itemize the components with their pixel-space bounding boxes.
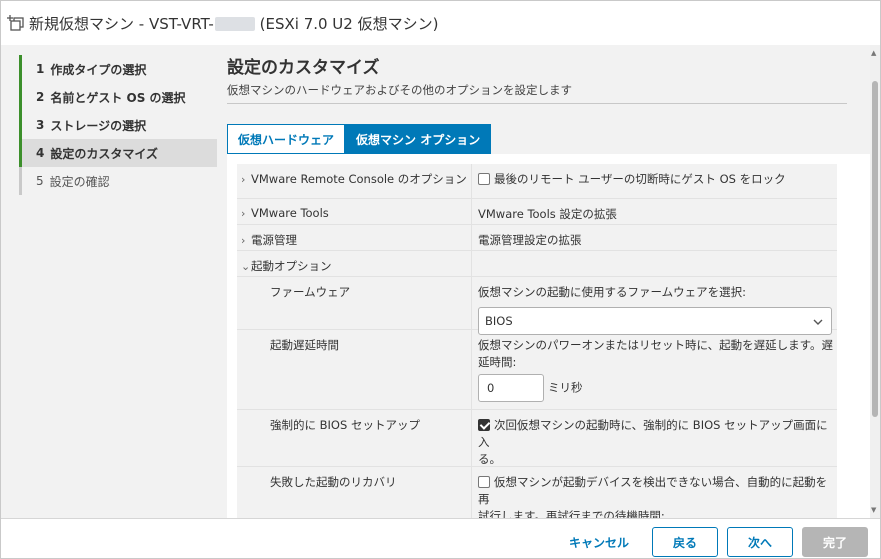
boot-delay-label: 起動遅延時間 bbox=[237, 330, 472, 409]
window-title: 新規仮想マシン - VST-VRT- (ESXi 7.0 U2 仮想マシン) bbox=[29, 13, 438, 34]
wizard-steps: 1 作成タイプの選択 2 名前とゲスト OS の選択 3 ストレージの選択 4 設定のカ… bbox=[19, 55, 217, 518]
row-boot-recovery: 失敗した起動のリカバリ 仮想マシンが起動デバイスを検出できない場合、自動的に起動… bbox=[237, 467, 837, 518]
recovery-label: 失敗した起動のリカバリ bbox=[237, 467, 472, 518]
force-bios-label: 強制的に BIOS セットアップ bbox=[237, 410, 472, 466]
power-label: 電源管理 bbox=[251, 233, 297, 247]
tab-bar: 仮想ハードウェア 仮想マシン オプション bbox=[227, 124, 492, 154]
recovery-value: 仮想マシンが起動デバイスを検出できない場合、自動的に起動を再 試行します。再試行… bbox=[472, 467, 837, 518]
chevron-right-icon: › bbox=[241, 173, 246, 186]
page-subtitle: 仮想マシンのハードウェアおよびその他のオプションを設定します bbox=[227, 83, 572, 97]
row-force-bios: 強制的に BIOS セットアップ 次回仮想マシンの起動時に、強制的に BIOS … bbox=[237, 410, 837, 467]
divider bbox=[227, 103, 847, 104]
boot-delay-desc-2: 延時間: bbox=[478, 355, 517, 369]
chevron-down-icon: ⌄ bbox=[241, 260, 251, 273]
next-button[interactable]: 次へ bbox=[727, 527, 793, 557]
force-bios-text-2: る。 bbox=[478, 452, 501, 466]
power-value: 電源管理設定の拡張 bbox=[478, 233, 582, 247]
row-firmware: ファームウェア 仮想マシンの起動に使用するファームウェアを選択: BIOS bbox=[237, 277, 837, 335]
boot-delay-unit: ミリ秒 bbox=[548, 380, 583, 395]
row-power: › 電源管理 電源管理設定の拡張 bbox=[237, 225, 837, 251]
boot-delay-desc-1: 仮想マシンのパワーオンまたはリセット時に、起動を遅延します。遅 bbox=[478, 338, 834, 352]
boot-delay-input[interactable]: 0 bbox=[478, 374, 544, 402]
firmware-selected: BIOS bbox=[485, 313, 513, 328]
row-boot-options: ⌄起動オプション bbox=[237, 251, 837, 277]
tab-vm-options[interactable]: 仮想マシン オプション bbox=[345, 124, 492, 154]
boot-toggle[interactable]: ⌄起動オプション bbox=[237, 251, 472, 276]
vmrc-label: VMware Remote Console のオプション bbox=[251, 172, 467, 186]
main-content: 設定のカスタマイズ 仮想マシンのハードウェアおよびその他のオプションを設定します… bbox=[217, 45, 875, 518]
scrollbar[interactable]: ▲ ▼ bbox=[870, 45, 880, 518]
step-3[interactable]: 3 ストレージの選択 bbox=[19, 111, 217, 139]
step-1[interactable]: 1 作成タイプの選択 bbox=[19, 55, 217, 83]
chevron-right-icon: › bbox=[241, 234, 246, 247]
tools-toggle[interactable]: › VMware Tools bbox=[237, 199, 472, 224]
title-prefix: 新規仮想マシン - VST-VRT- bbox=[29, 14, 214, 33]
dialog-body: 1 作成タイプの選択 2 名前とゲスト OS の選択 3 ストレージの選択 4 設定のカ… bbox=[1, 45, 880, 518]
finish-button[interactable]: 完了 bbox=[802, 527, 868, 557]
step-number: 2 bbox=[36, 90, 45, 104]
step-label: 作成タイプの選択 bbox=[50, 62, 147, 77]
vmrc-toggle[interactable]: › VMware Remote Console のオプション bbox=[237, 164, 472, 198]
chevron-right-icon: › bbox=[241, 207, 246, 220]
force-bios-text-1: 次回仮想マシンの起動時に、強制的に BIOS セットアップ画面に入 bbox=[478, 418, 828, 449]
step-4[interactable]: 4 設定のカスタマイズ bbox=[19, 139, 217, 167]
row-vmrc: › VMware Remote Console のオプション 最後のリモート ユー… bbox=[237, 164, 837, 199]
chevron-down-icon bbox=[813, 313, 823, 330]
row-boot-delay: 起動遅延時間 仮想マシンのパワーオンまたはリセット時に、起動を遅延します。遅 延… bbox=[237, 330, 837, 410]
recovery-text-1: 仮想マシンが起動デバイスを検出できない場合、自動的に起動を再 bbox=[478, 475, 828, 506]
cancel-button[interactable]: キャンセル bbox=[557, 527, 641, 557]
step-label: 設定のカスタマイズ bbox=[50, 146, 159, 161]
boot-delay-value: 仮想マシンのパワーオンまたはリセット時に、起動を遅延します。遅 延時間: 0 ミリ… bbox=[472, 330, 837, 409]
force-bios-checkbox[interactable] bbox=[478, 419, 490, 431]
title-suffix: (ESXi 7.0 U2 仮想マシン) bbox=[259, 14, 439, 33]
step-label: 設定の確認 bbox=[49, 174, 110, 189]
recovery-checkbox[interactable] bbox=[478, 476, 490, 488]
step-label: ストレージの選択 bbox=[50, 118, 147, 133]
row-vmware-tools: › VMware Tools VMware Tools 設定の拡張 bbox=[237, 199, 837, 225]
firmware-desc: 仮想マシンの起動に使用するファームウェアを選択: bbox=[478, 285, 747, 299]
tab-virtual-hardware[interactable]: 仮想ハードウェア bbox=[227, 124, 346, 154]
step-2[interactable]: 2 名前とゲスト OS の選択 bbox=[19, 83, 217, 111]
scrollbar-thumb[interactable] bbox=[872, 81, 878, 417]
boot-value bbox=[472, 251, 837, 276]
force-bios-value: 次回仮想マシンの起動時に、強制的に BIOS セットアップ画面に入 る。 bbox=[472, 410, 837, 466]
firmware-value: 仮想マシンの起動に使用するファームウェアを選択: BIOS bbox=[472, 277, 837, 335]
step-label: 名前とゲスト OS の選択 bbox=[50, 90, 186, 105]
step-number: 4 bbox=[36, 146, 45, 160]
tools-label: VMware Tools bbox=[251, 206, 329, 220]
scroll-up-icon[interactable]: ▲ bbox=[871, 49, 876, 57]
back-button[interactable]: 戻る bbox=[652, 527, 718, 557]
firmware-label: ファームウェア bbox=[237, 277, 472, 329]
scroll-down-icon[interactable]: ▼ bbox=[871, 506, 876, 514]
step-number: 1 bbox=[36, 62, 45, 76]
page-title: 設定のカスタマイズ bbox=[227, 58, 380, 78]
footer: キャンセル 戻る 次へ 完了 bbox=[1, 518, 880, 558]
options-table: › VMware Remote Console のオプション 最後のリモート ユー… bbox=[237, 164, 837, 518]
new-vm-icon bbox=[7, 14, 25, 32]
recovery-text-2: 試行します。再試行までの待機時間: bbox=[478, 509, 665, 518]
power-toggle[interactable]: › 電源管理 bbox=[237, 225, 472, 250]
vmrc-lock-label: 最後のリモート ユーザーの切断時にゲスト OS をロック bbox=[494, 172, 786, 186]
step-number: 5 bbox=[36, 174, 44, 188]
title-bar: 新規仮想マシン - VST-VRT- (ESXi 7.0 U2 仮想マシン) bbox=[1, 1, 880, 45]
step-number: 3 bbox=[36, 118, 45, 132]
options-panel: › VMware Remote Console のオプション 最後のリモート ユー… bbox=[227, 154, 875, 518]
redacted-name bbox=[214, 17, 255, 31]
boot-label: 起動オプション bbox=[251, 259, 332, 273]
tools-value: VMware Tools 設定の拡張 bbox=[478, 207, 617, 221]
vmrc-lock-checkbox[interactable] bbox=[478, 173, 490, 185]
step-5: 5 設定の確認 bbox=[19, 167, 217, 195]
vmrc-value: 最後のリモート ユーザーの切断時にゲスト OS をロック bbox=[472, 164, 837, 198]
dialog-window: 新規仮想マシン - VST-VRT- (ESXi 7.0 U2 仮想マシン) 1… bbox=[0, 0, 881, 559]
